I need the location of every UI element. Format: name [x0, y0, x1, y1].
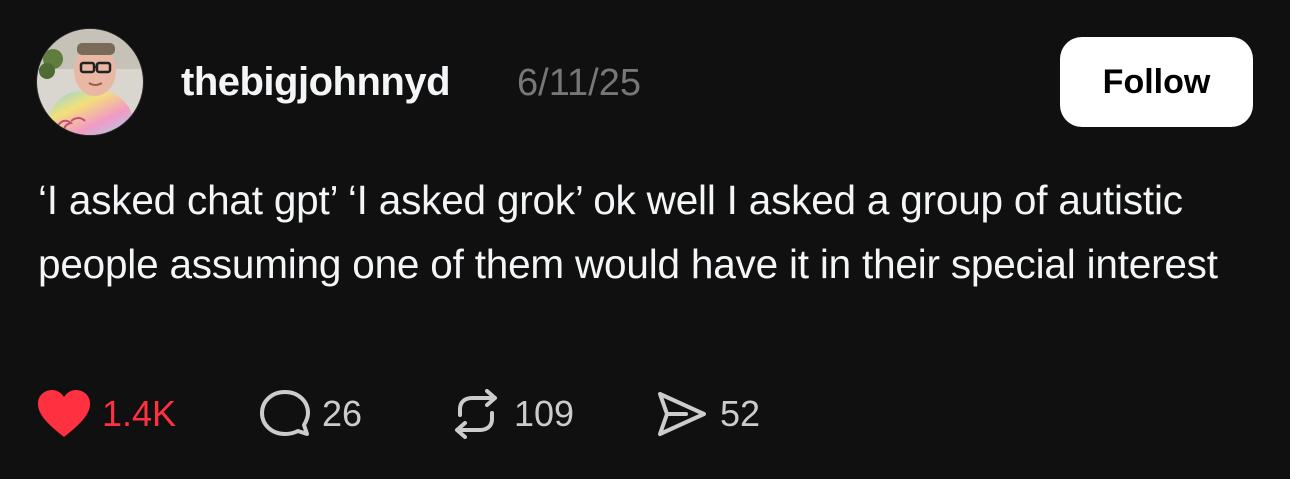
repost-count: 109: [514, 393, 575, 434]
like-count: 1.4K: [102, 393, 177, 434]
avatar-image: [37, 29, 143, 135]
reply-button[interactable]: 26: [260, 386, 362, 442]
speech-bubble-icon: [260, 389, 310, 439]
repost-button[interactable]: 109: [450, 386, 574, 442]
avatar[interactable]: [37, 29, 143, 135]
post-date: 6/11/25: [517, 62, 641, 104]
share-count: 52: [720, 393, 761, 434]
post-card: thebigjohnnyd 6/11/25 Follow ‘I asked ch…: [0, 0, 1290, 479]
repost-arrows-icon: [450, 389, 502, 439]
post-text: ‘I asked chat gpt’ ‘I asked grok’ ok wel…: [38, 177, 1218, 287]
like-button[interactable]: 1.4K: [36, 386, 176, 442]
heart-filled-icon: [36, 389, 92, 439]
share-button[interactable]: 52: [656, 386, 760, 442]
paper-plane-icon: [656, 389, 708, 439]
author-username[interactable]: thebigjohnnyd: [181, 60, 451, 105]
follow-button[interactable]: Follow: [1060, 37, 1253, 127]
reply-count: 26: [322, 393, 363, 434]
